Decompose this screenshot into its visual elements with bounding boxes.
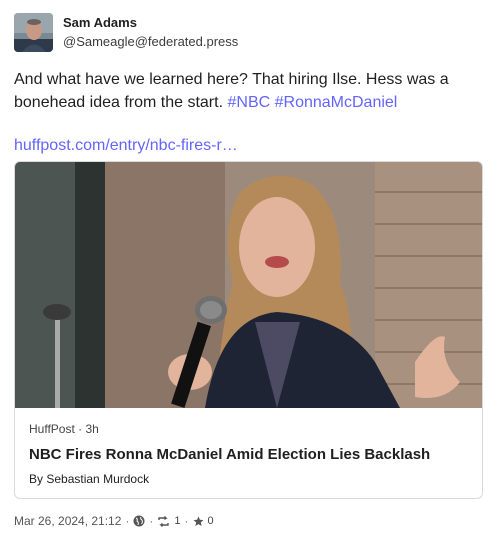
card-image[interactable] [15,162,482,408]
author-info[interactable]: Sam Adams @Sameagle@federated.press [63,14,238,51]
status-content: And what have we learned here? That hiri… [14,68,482,157]
card-title[interactable]: NBC Fires Ronna McDaniel Amid Election L… [29,445,469,465]
timestamp[interactable]: Mar 26, 2024, 21:12 [14,513,121,529]
status-footer: Mar 26, 2024, 21:12 · · 1 · 0 [14,513,214,529]
card-byline: By Sebastian Murdock [29,471,149,487]
card-age: 3h [85,422,99,436]
status-link-line: huffpost.com/entry/nbc-fires-r… [14,134,482,157]
meta-separator: · [78,422,83,436]
card-photo [15,162,482,408]
byline-prefix: By [29,472,44,486]
favourite-count: 0 [207,515,214,527]
hashtag-ronnamcdaniel[interactable]: #RonnaMcDaniel [275,94,398,111]
globe-icon [133,515,145,527]
footer-separator: · [149,514,154,528]
display-name[interactable]: Sam Adams [63,14,238,32]
article-link[interactable]: huffpost.com/entry/nbc-fires-r… [14,137,238,154]
avatar-image [14,13,53,52]
boost-icon[interactable] [157,515,170,527]
card-source: HuffPost [29,422,75,436]
star-icon[interactable] [193,516,204,527]
footer-separator: · [184,514,189,528]
card-meta: HuffPost · 3h [29,421,99,437]
footer-separator: · [125,514,130,528]
boost-count: 1 [174,515,181,527]
status-text: And what have we learned here? That hiri… [14,68,482,114]
account-handle[interactable]: @Sameagle@federated.press [63,32,238,51]
card-author[interactable]: Sebastian Murdock [46,472,149,486]
hashtag-nbc[interactable]: #NBC [227,94,270,111]
link-preview-card[interactable]: HuffPost · 3h NBC Fires Ronna McDaniel A… [14,161,483,499]
avatar[interactable] [14,13,53,52]
status-post: Sam Adams @Sameagle@federated.press And … [0,0,497,543]
